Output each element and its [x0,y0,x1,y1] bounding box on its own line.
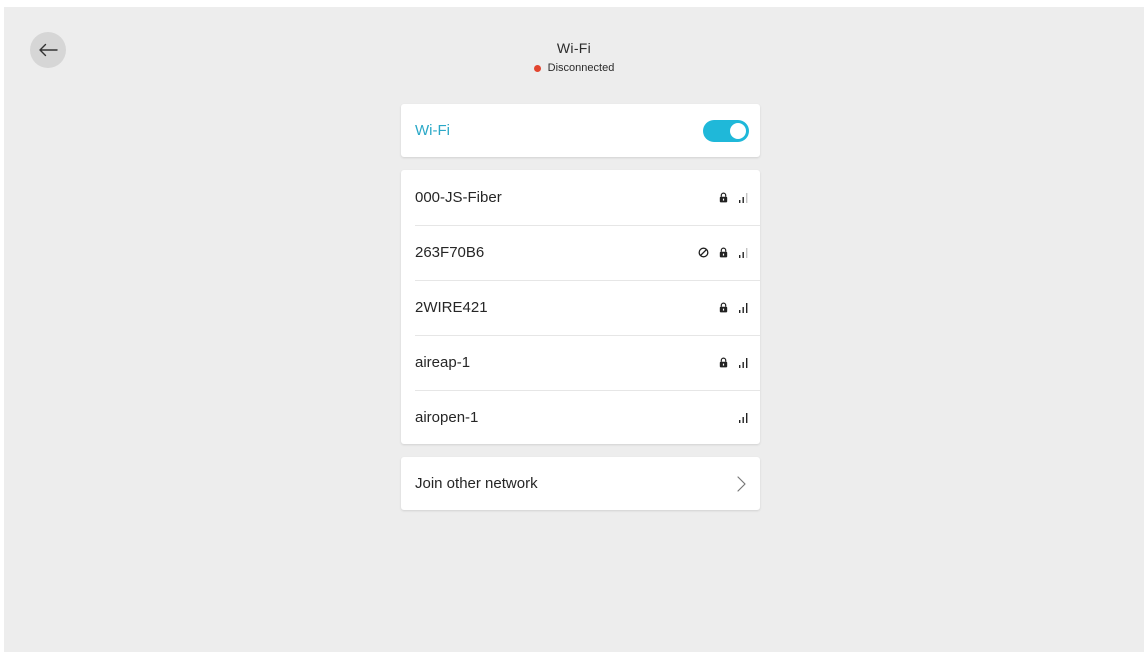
status-text: Disconnected [547,62,615,74]
toggle-knob [730,122,746,139]
lock-icon [719,192,728,203]
network-row[interactable]: 000-JS-Fiber [401,170,760,225]
blocked-icon [698,247,709,258]
network-list: 000-JS-Fiber 263F70B6 2WIRE421 aireap-1 airo… [401,170,760,444]
join-other-label: Join other network [415,475,538,492]
lock-icon [719,302,728,313]
connection-status: Disconnected [4,62,1144,74]
signal-strength-icon [738,302,749,313]
chevron-right-icon [737,475,746,492]
wifi-toggle-card: Wi-Fi [401,104,760,157]
signal-strength-icon [738,412,749,423]
signal-strength-icon [738,247,749,258]
join-other-card: Join other network [401,457,760,510]
network-name: 000-JS-Fiber [415,189,502,206]
wifi-toggle-label: Wi-Fi [415,122,450,139]
network-row[interactable]: 2WIRE421 [401,280,760,335]
network-name: 263F70B6 [415,244,485,261]
network-name: airopen-1 [415,409,479,426]
page-title: Wi-Fi [556,40,592,56]
network-status-icons [738,412,749,423]
network-name: aireap-1 [415,354,471,371]
wifi-toggle-row[interactable]: Wi-Fi [401,104,760,157]
lock-icon [719,247,728,258]
network-status-icons [719,357,749,368]
wifi-toggle-switch[interactable] [703,119,749,142]
status-dot-icon [533,64,541,72]
network-row[interactable]: 263F70B6 [401,225,760,280]
network-status-icons [719,192,749,203]
network-status-icons [719,302,749,313]
signal-strength-icon [738,192,749,203]
network-status-icons [698,247,749,258]
lock-icon [719,357,728,368]
network-name: 2WIRE421 [415,299,488,316]
join-other-network-button[interactable]: Join other network [401,457,760,510]
page-header: Wi-Fi Disconnected [4,40,1144,74]
wifi-settings-screen: Wi-Fi Disconnected Wi-Fi 000-JS-Fiber 263… [4,7,1144,652]
network-row[interactable]: airopen-1 [401,390,760,445]
network-row[interactable]: aireap-1 [401,335,760,390]
signal-strength-icon [738,357,749,368]
